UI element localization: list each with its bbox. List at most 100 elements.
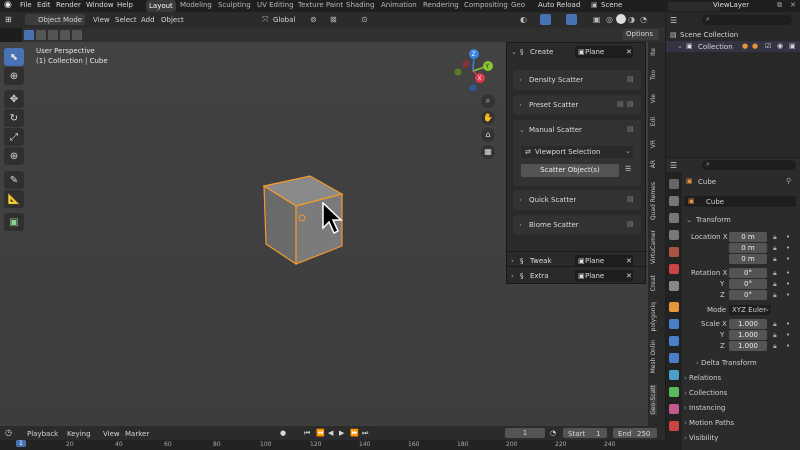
blender-logo-icon[interactable]: ◉ xyxy=(4,0,12,10)
tab-modeling[interactable]: Modeling xyxy=(180,1,212,9)
settings-icon[interactable]: ▤ xyxy=(617,100,624,108)
move-tool-icon[interactable]: ✥ xyxy=(4,90,24,108)
material-properties-icon[interactable] xyxy=(669,404,679,414)
tab-compositing[interactable]: Compositing xyxy=(464,1,508,9)
auto-reload-button[interactable]: Auto Reload xyxy=(538,1,580,9)
outliner-search-input[interactable] xyxy=(702,15,792,25)
xray-icon[interactable]: ▣ xyxy=(593,15,601,24)
create-header[interactable]: ⌄ § Create Plane ▣ ✕ xyxy=(507,43,647,63)
editor-type-icon[interactable]: ⊞ xyxy=(5,15,12,24)
jump-start-icon[interactable]: ⏮ xyxy=(304,429,310,438)
tab-animation[interactable]: Animation xyxy=(381,1,417,9)
select-box-tool-icon[interactable]: ⬉ xyxy=(4,48,24,66)
object-properties-icon[interactable] xyxy=(669,302,679,312)
close-icon[interactable]: ✕ xyxy=(790,1,796,9)
object-data-field[interactable] xyxy=(684,196,796,207)
extra-header[interactable]: › § Extra Plane ▣ ✕ xyxy=(507,266,647,286)
lock-icon[interactable]: 🔒︎ xyxy=(773,320,777,329)
render-properties-icon[interactable] xyxy=(669,196,679,206)
menu-marker[interactable]: Marker xyxy=(125,430,149,438)
scale-tool-icon[interactable]: ⤢ xyxy=(4,128,24,146)
collection-properties-icon[interactable] xyxy=(669,281,679,291)
menu-edit[interactable]: Edit xyxy=(37,1,51,9)
zoom-icon[interactable]: ⌕ xyxy=(481,94,495,108)
lock-icon[interactable]: 🔒︎ xyxy=(773,269,777,278)
select-mode-new-icon[interactable] xyxy=(24,30,34,40)
keyframe-dot-icon[interactable]: • xyxy=(786,291,790,299)
tab-virtucamera[interactable]: VirtuCamer xyxy=(650,230,657,264)
tab-texture-paint[interactable]: Texture Paint xyxy=(298,1,343,9)
pin-icon[interactable]: ⚲ xyxy=(786,177,791,185)
particles-properties-icon[interactable] xyxy=(669,336,679,346)
perspective-grid-icon[interactable]: ▦ xyxy=(481,145,495,159)
record-icon[interactable]: ● xyxy=(280,429,286,437)
lock-icon[interactable]: 🔒︎ xyxy=(773,280,777,289)
instancing-section[interactable]: › Instancing xyxy=(684,401,796,415)
eye-icon[interactable]: ◉ xyxy=(777,42,783,50)
lock-icon[interactable]: 🔒︎ xyxy=(773,255,777,264)
tab-sculpting[interactable]: Sculpting xyxy=(218,1,251,9)
pivot-icon[interactable]: ⊚ xyxy=(310,15,317,24)
biome-scatter-row[interactable]: › Biome Scatter ▤ xyxy=(513,215,641,235)
render-camera-icon[interactable]: ▣ xyxy=(789,42,796,50)
material-shading-icon[interactable]: ◑ xyxy=(628,15,635,24)
tab-shading[interactable]: Shading xyxy=(346,1,374,9)
collapse-arrow-icon[interactable]: ⌄ xyxy=(519,126,525,134)
properties-editor-icon[interactable]: ☰ xyxy=(670,161,677,170)
options-dropdown[interactable]: Options xyxy=(623,29,659,40)
jump-end-icon[interactable]: ⏭ xyxy=(362,429,368,438)
menu-view[interactable]: View xyxy=(103,430,120,438)
keyframe-dot-icon[interactable]: • xyxy=(786,342,790,350)
modifier-properties-icon[interactable] xyxy=(669,319,679,329)
select-mode-invert-icon[interactable] xyxy=(60,30,70,40)
view-layer-properties-icon[interactable] xyxy=(669,230,679,240)
cursor-tool-icon[interactable]: ⊕ xyxy=(4,67,24,85)
keyframe-dot-icon[interactable]: • xyxy=(786,255,790,263)
checkbox-icon[interactable]: ☑ xyxy=(765,42,771,50)
menu-add[interactable]: Add xyxy=(141,16,155,24)
rotation-z-field[interactable]: 0° xyxy=(729,290,767,300)
tab-layout[interactable]: Layout xyxy=(146,0,176,12)
quick-scatter-row[interactable]: › Quick Scatter ▤ xyxy=(513,190,641,210)
menu-window[interactable]: Window xyxy=(86,1,114,9)
tab-edit[interactable]: Edi xyxy=(650,117,657,126)
navigation-gizmo[interactable]: X Y Z xyxy=(450,48,496,94)
measure-tool-icon[interactable]: 📐 xyxy=(4,190,24,208)
tweak-clear-icon[interactable]: ✕ xyxy=(626,257,632,265)
play-icon[interactable]: ▶ xyxy=(339,429,344,437)
lock-icon[interactable]: 🔒︎ xyxy=(773,331,777,340)
physics-properties-icon[interactable] xyxy=(669,353,679,363)
gizmo-toggle-icon[interactable] xyxy=(540,14,551,25)
snap-icon[interactable]: ⊠ xyxy=(330,15,337,24)
tab-ar[interactable]: AR xyxy=(650,160,657,168)
scene-name[interactable]: Scene xyxy=(601,1,622,9)
prev-keyframe-icon[interactable]: ⏪ xyxy=(316,429,325,437)
data-properties-icon[interactable] xyxy=(669,387,679,397)
overlay-toggle-icon[interactable] xyxy=(566,14,577,25)
object-name[interactable]: Cube xyxy=(698,178,716,186)
info-icon[interactable]: ▤ xyxy=(627,195,634,203)
next-keyframe-icon[interactable]: ⏩ xyxy=(350,429,359,437)
transform-tool-icon[interactable]: ⊛ xyxy=(4,147,24,165)
proportional-edit-icon[interactable]: ⊙ xyxy=(361,15,368,24)
location-z-field[interactable]: 0 m xyxy=(729,254,767,264)
scale-x-field[interactable]: 1.000 xyxy=(729,319,767,329)
location-y-field[interactable]: 0 m xyxy=(729,243,767,253)
lock-icon[interactable]: 🔒︎ xyxy=(773,233,777,242)
collapse-arrow-icon[interactable]: ⌄ xyxy=(511,48,517,56)
select-mode-extend-icon[interactable] xyxy=(36,30,46,40)
menu-file[interactable]: File xyxy=(20,1,32,9)
info-icon[interactable]: ▤ xyxy=(627,100,634,108)
info-icon[interactable]: ▤ xyxy=(627,125,634,133)
solid-shading-icon[interactable] xyxy=(616,14,626,24)
add-cube-tool-icon[interactable]: ▣ xyxy=(4,213,24,231)
menu-keying[interactable]: Keying xyxy=(67,430,91,438)
tab-quad-remesher[interactable]: Quad Remes xyxy=(650,182,657,220)
play-reverse-icon[interactable]: ◀ xyxy=(328,429,333,437)
keyframe-dot-icon[interactable]: • xyxy=(786,280,790,288)
keyframe-dot-icon[interactable]: • xyxy=(786,331,790,339)
menu-select[interactable]: Select xyxy=(115,16,137,24)
transform-header[interactable]: Transform xyxy=(696,216,731,224)
tab-view[interactable]: Vie xyxy=(650,94,657,103)
lock-icon[interactable]: 🔒︎ xyxy=(773,244,777,253)
